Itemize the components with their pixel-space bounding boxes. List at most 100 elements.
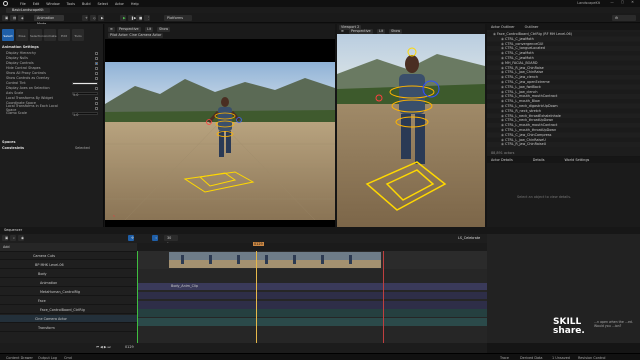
- mode-dropdown[interactable]: Animation Mode: [34, 15, 64, 26]
- vp1-perspective[interactable]: Perspective: [117, 27, 141, 32]
- menu-actor[interactable]: Actor: [115, 2, 124, 6]
- track-row[interactable]: Body: [0, 269, 137, 278]
- outliner-item[interactable]: ◉ CTRL_C_jaw_clench: [487, 75, 640, 80]
- constraints-dropdown[interactable]: Selected: [75, 146, 90, 150]
- track-row[interactable]: BP MHK Level-06: [0, 260, 137, 269]
- face-board-lane[interactable]: [137, 309, 487, 317]
- menu-help[interactable]: Help: [131, 2, 139, 6]
- outliner-item[interactable]: ◉ CTRL_C_jaw_openExtreme: [487, 80, 640, 85]
- derived-data-button[interactable]: Derived Data: [520, 356, 542, 360]
- step-icon[interactable]: ❚▶: [128, 15, 136, 21]
- tab-world-settings[interactable]: World Settings: [565, 157, 590, 163]
- tab-outliner[interactable]: Outliner: [525, 24, 539, 30]
- vp1-pilot-label[interactable]: Pilot Actor: Cine Camera Actor: [108, 33, 164, 38]
- checkbox[interactable]: [95, 61, 98, 65]
- cinematics-icon[interactable]: ▶: [98, 15, 104, 21]
- menu-file[interactable]: File: [20, 2, 26, 6]
- menu-window[interactable]: Window: [46, 2, 59, 6]
- vp2-lit[interactable]: Lit: [377, 29, 386, 34]
- viewport-2[interactable]: [337, 34, 485, 234]
- checkbox[interactable]: [95, 71, 98, 75]
- mode-pose[interactable]: Pose: [16, 29, 28, 41]
- checkbox[interactable]: [95, 76, 98, 80]
- checkbox[interactable]: [95, 86, 98, 90]
- current-frame[interactable]: 0129: [253, 242, 264, 246]
- outliner-item[interactable]: ◉ CTRL_C_tongueLocated: [487, 46, 640, 51]
- window-controls[interactable]: — ▢ ✕: [610, 0, 637, 4]
- blueprint-icon[interactable]: ◈: [18, 15, 24, 21]
- snap-toggle-icon[interactable]: ✣: [128, 235, 134, 241]
- mode-animate[interactable]: Animate: [44, 29, 57, 41]
- vp1-lit[interactable]: Lit: [145, 27, 154, 32]
- outliner-item[interactable]: ◉ CTRL_C_jawMoth: [487, 36, 640, 41]
- outliner-item[interactable]: ◉ CTRL_C_jawMoth: [487, 51, 640, 56]
- track-row[interactable]: MetaHuman_ControlRig: [0, 287, 137, 296]
- track-row[interactable]: Face_ControlBoard_CtrlRig: [0, 305, 137, 314]
- tab-actor-details[interactable]: Actor Details: [491, 157, 513, 163]
- trace-button[interactable]: Trace: [500, 356, 509, 360]
- hamburger-icon[interactable]: ≡: [108, 27, 115, 32]
- outliner-item[interactable]: ◉ CTRL_L_mouth_mouthContract: [487, 94, 640, 99]
- content-drawer-button[interactable]: Content Drawer: [6, 356, 33, 360]
- outliner-item[interactable]: ◉ CTRL_L_neck_digastricUpDown: [487, 104, 640, 109]
- axis-scale-field[interactable]: 5.0: [72, 91, 98, 97]
- animation-clip-lane[interactable]: Body_Anim_Clip: [137, 283, 487, 290]
- gizmo-scale-field[interactable]: 1.0: [72, 111, 98, 117]
- track-row[interactable]: Camera Cuts: [0, 251, 137, 260]
- platforms-dropdown[interactable]: Platforms: [164, 15, 192, 21]
- stop-icon[interactable]: ■: [136, 15, 142, 21]
- outliner-item[interactable]: ◉ CTRL_L_neck_throatExhaleInhale: [487, 113, 640, 118]
- vp2-perspective[interactable]: Perspective: [349, 29, 373, 34]
- vp1-show[interactable]: Show: [157, 27, 171, 32]
- outliner-item[interactable]: ◉ CTRL_L_neck_throatUpDown: [487, 118, 640, 123]
- color-field[interactable]: [72, 81, 98, 85]
- transport-controls[interactable]: ⏮ ◀ ▶ ⏭: [96, 345, 111, 349]
- timeline-area[interactable]: Body_Anim_Clip: [137, 243, 487, 343]
- viewport-1[interactable]: [105, 24, 335, 234]
- fps-dropdown[interactable]: 30 fps: [164, 235, 178, 246]
- checkbox[interactable]: [95, 101, 98, 105]
- content-icon[interactable]: ▤: [10, 15, 16, 21]
- unsaved-indicator[interactable]: 1 Unsaved: [552, 356, 570, 360]
- outliner-item[interactable]: ◉ CTRL_L_mouth_mouthContract: [487, 123, 640, 128]
- end-marker[interactable]: [383, 243, 384, 343]
- outliner-item[interactable]: ◉ CTRL_L_jaw_ChinRaiseU: [487, 137, 640, 142]
- playhead[interactable]: [256, 243, 257, 343]
- menu-build[interactable]: Build: [82, 2, 91, 6]
- outliner-item[interactable]: ◉ CTRL_R_neck_stretch: [487, 108, 640, 113]
- outliner-item[interactable]: ◉ CTRL_L_jaw_fwdBack: [487, 84, 640, 89]
- play-icon[interactable]: ▶: [120, 15, 126, 21]
- menu-tools[interactable]: Tools: [67, 2, 75, 6]
- options-icon[interactable]: ⋮: [144, 15, 150, 21]
- menu-select[interactable]: Select: [98, 2, 108, 6]
- auto-key-icon[interactable]: ⌁: [152, 235, 158, 241]
- mode-tools[interactable]: Tools: [72, 29, 84, 41]
- output-log-button[interactable]: Output Log: [38, 356, 57, 360]
- search-icon[interactable]: ⌕: [10, 235, 16, 241]
- face-lane[interactable]: [137, 301, 487, 309]
- add-track-button[interactable]: Add: [3, 245, 10, 249]
- controlrig-lane[interactable]: [137, 292, 487, 299]
- outliner-item[interactable]: ◉ CTRL_L_mouth_Blow: [487, 99, 640, 104]
- save-icon[interactable]: ▣: [2, 235, 8, 241]
- section-spaces[interactable]: Spaces: [2, 140, 16, 144]
- outliner-item[interactable]: ◉ Face_ControlBoard_CtrlRig (RF MH Level…: [487, 32, 640, 37]
- mode-edit[interactable]: Edit: [58, 29, 70, 41]
- camera-cut-thumbnails[interactable]: [169, 252, 381, 268]
- checkbox[interactable]: [95, 66, 98, 70]
- tab-details[interactable]: Details: [533, 157, 545, 163]
- outliner-item[interactable]: ◉ CTRL_L_jaw_clench: [487, 89, 640, 94]
- checkbox[interactable]: [95, 51, 98, 55]
- camera-icon[interactable]: ◉: [18, 235, 24, 241]
- mode-select[interactable]: Select: [2, 29, 14, 41]
- snap-icon[interactable]: ◇: [90, 15, 96, 21]
- section-animation-settings[interactable]: Animation Settings: [2, 45, 39, 49]
- track-row[interactable]: Cine Camera Actor: [0, 314, 137, 323]
- revision-control-button[interactable]: Revision Control: [578, 356, 606, 360]
- camera-actor-lane[interactable]: [137, 318, 487, 326]
- menu-edit[interactable]: Edit: [33, 2, 40, 6]
- cmd-input[interactable]: Cmd: [64, 356, 72, 360]
- add-icon[interactable]: +: [82, 15, 88, 21]
- outliner-item[interactable]: ◉ CTRL_C_jaw_ChinCompress: [487, 132, 640, 137]
- timeline-ruler[interactable]: 0129: [137, 242, 487, 251]
